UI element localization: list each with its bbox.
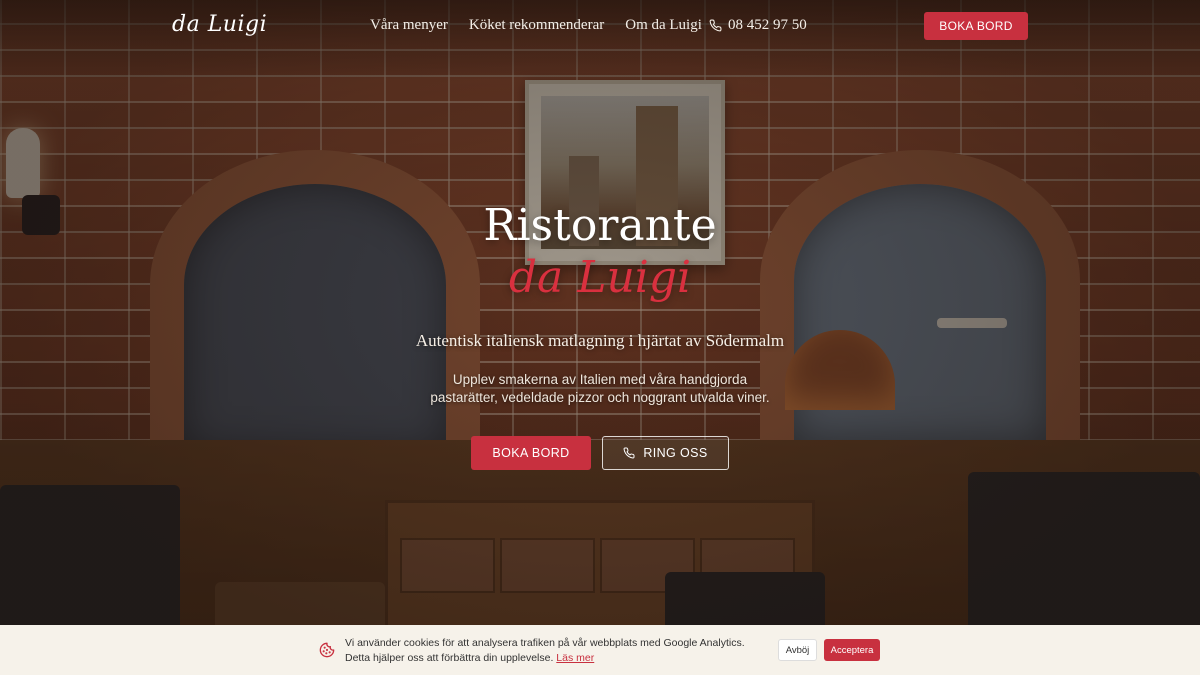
cookie-banner: Vi använder cookies för att analysera tr… xyxy=(0,625,1200,675)
hero-book-table-button[interactable]: BOKA BORD xyxy=(471,436,591,470)
cookie-message-text: Vi använder cookies för att analysera tr… xyxy=(345,637,745,664)
phone-icon xyxy=(623,447,635,459)
nav-item-about[interactable]: Om da Luigi xyxy=(625,17,702,34)
hero-tagline: Autentisk italiensk matlagning i hjärtat… xyxy=(415,331,785,350)
site-logo[interactable]: da Luigi xyxy=(172,12,267,37)
hero-call-button-label: RING OSS xyxy=(643,446,708,460)
nav-phone-number: 08 452 97 50 xyxy=(728,17,807,33)
hero-title: Ristorante xyxy=(483,200,717,251)
nav-book-table-button[interactable]: BOKA BORD xyxy=(924,12,1028,40)
nav-item-menus[interactable]: Våra menyer xyxy=(370,17,448,34)
cookie-icon xyxy=(319,642,335,658)
cookie-accept-button[interactable]: Acceptera xyxy=(824,639,880,661)
cookie-read-more-link[interactable]: Läs mer xyxy=(556,652,594,664)
hero-title-script: da Luigi xyxy=(508,252,692,303)
nav-menu: Våra menyer Köket rekommenderar Om da Lu… xyxy=(370,17,723,34)
hero-call-button[interactable]: RING OSS xyxy=(602,436,729,470)
cookie-decline-button[interactable]: Avböj xyxy=(778,639,817,661)
hero-description: Upplev smakerna av Italien med våra hand… xyxy=(430,372,770,405)
cookie-message: Vi använder cookies för att analysera tr… xyxy=(345,636,765,666)
phone-icon xyxy=(709,19,722,32)
top-navigation: da Luigi Våra menyer Köket rekommenderar… xyxy=(0,0,1200,52)
nav-item-recommendations[interactable]: Köket rekommenderar xyxy=(469,17,604,34)
nav-phone-link[interactable]: 08 452 97 50 xyxy=(709,17,807,34)
